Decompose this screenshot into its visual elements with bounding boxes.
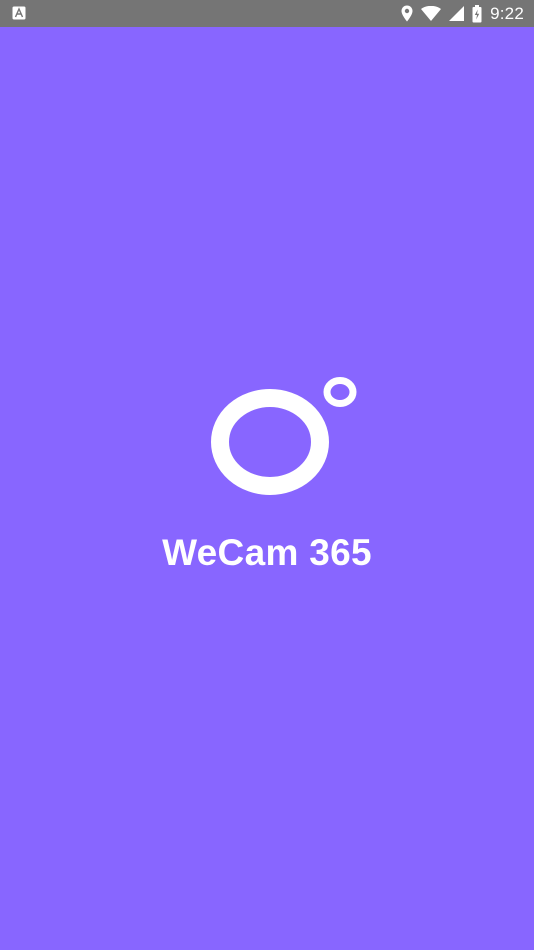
status-bar: 9:22 [0,0,534,27]
wecam-logo-icon [205,372,365,502]
cellular-signal-icon [449,6,465,21]
battery-charging-icon [472,4,482,23]
status-time: 9:22 [490,4,524,23]
app-name: WeCam 365 [162,532,372,573]
splash-screen: WeCam 365 [0,27,534,950]
notification-a-icon [12,6,26,20]
wifi-icon [421,6,442,21]
status-icons: 9:22 [401,0,524,27]
location-pin-icon [401,5,413,22]
